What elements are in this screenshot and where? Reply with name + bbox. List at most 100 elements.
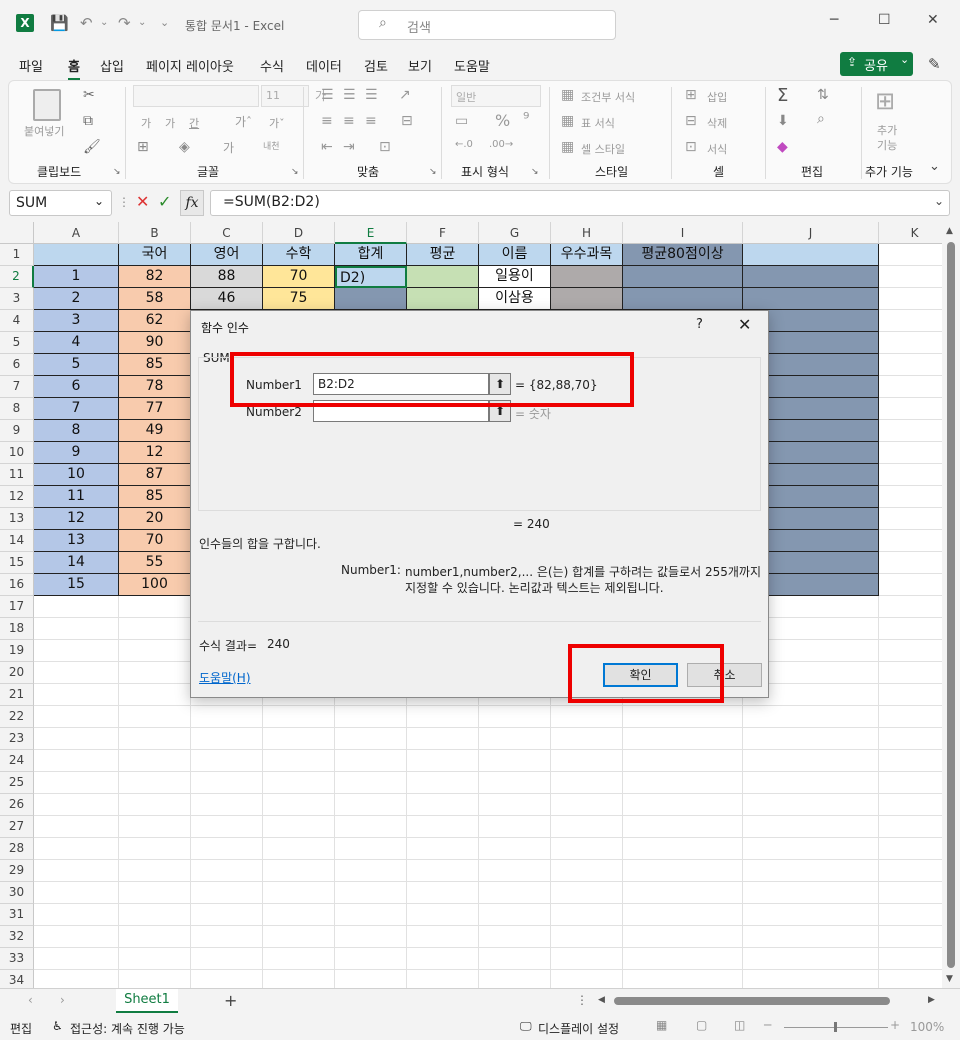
cell-b29[interactable] bbox=[119, 860, 191, 882]
cell-h23[interactable] bbox=[551, 728, 623, 750]
comma-icon[interactable]: ⁹ bbox=[523, 109, 529, 128]
cell-c34[interactable] bbox=[191, 970, 263, 988]
conditional-format-icon[interactable]: ▦ bbox=[561, 87, 574, 103]
row-header-14[interactable]: 14 bbox=[0, 530, 34, 552]
cell-c22[interactable] bbox=[191, 706, 263, 728]
cell-a7[interactable]: 6 bbox=[34, 376, 119, 398]
cell-k23[interactable] bbox=[879, 728, 951, 750]
row-header-10[interactable]: 10 bbox=[0, 442, 34, 464]
cell-k25[interactable] bbox=[879, 772, 951, 794]
cell-k10[interactable] bbox=[879, 442, 951, 464]
column-header-f[interactable]: F bbox=[407, 222, 479, 244]
name-box-dropdown-icon[interactable]: ⌄ bbox=[94, 194, 104, 208]
row-header-27[interactable]: 27 bbox=[0, 816, 34, 838]
tab-view[interactable]: 보기 bbox=[408, 56, 432, 75]
cell-f29[interactable] bbox=[407, 860, 479, 882]
cell-d32[interactable] bbox=[263, 926, 335, 948]
cell-j3[interactable] bbox=[743, 288, 879, 310]
cell-g34[interactable] bbox=[479, 970, 551, 988]
cell-j28[interactable] bbox=[743, 838, 879, 860]
find-select-icon[interactable]: ⌕ bbox=[817, 111, 825, 127]
row-header-19[interactable]: 19 bbox=[0, 640, 34, 662]
row-header-23[interactable]: 23 bbox=[0, 728, 34, 750]
row-header-9[interactable]: 9 bbox=[0, 420, 34, 442]
number-launcher-icon[interactable]: ↘ bbox=[531, 167, 539, 177]
cell-j29[interactable] bbox=[743, 860, 879, 882]
cell-a15[interactable]: 14 bbox=[34, 552, 119, 574]
cell-h2[interactable] bbox=[551, 266, 623, 288]
cell-a21[interactable] bbox=[34, 684, 119, 706]
cell-k15[interactable] bbox=[879, 552, 951, 574]
confirm-entry-icon[interactable]: ✓ bbox=[158, 192, 171, 211]
align-top-icon[interactable]: ☰ bbox=[321, 87, 334, 103]
search-box[interactable]: ⌕ 검색 bbox=[358, 10, 616, 40]
cell-j23[interactable] bbox=[743, 728, 879, 750]
insert-cells-icon[interactable]: ⊞ bbox=[685, 87, 697, 103]
cell-b13[interactable]: 20 bbox=[119, 508, 191, 530]
cell-h24[interactable] bbox=[551, 750, 623, 772]
cell-b2[interactable]: 82 bbox=[119, 266, 191, 288]
cell-b3[interactable]: 58 bbox=[119, 288, 191, 310]
font-size-up-icon[interactable]: 가ˆ bbox=[235, 113, 252, 130]
cell-a8[interactable]: 7 bbox=[34, 398, 119, 420]
cell-e33[interactable] bbox=[335, 948, 407, 970]
cell-h29[interactable] bbox=[551, 860, 623, 882]
cell-k22[interactable] bbox=[879, 706, 951, 728]
cell-d3[interactable]: 75 bbox=[263, 288, 335, 310]
cell-a20[interactable] bbox=[34, 662, 119, 684]
row-header-6[interactable]: 6 bbox=[0, 354, 34, 376]
cell-f26[interactable] bbox=[407, 794, 479, 816]
cancel-entry-icon[interactable]: ✕ bbox=[136, 192, 149, 211]
row-header-1[interactable]: 1 bbox=[0, 244, 34, 266]
increase-decimal-icon[interactable]: ←.0 bbox=[455, 139, 473, 150]
cell-i25[interactable] bbox=[623, 772, 743, 794]
decrease-indent-icon[interactable]: ⇤ bbox=[321, 139, 333, 155]
cell-style-label[interactable]: 셀 스타일 bbox=[581, 141, 625, 157]
formula-bar-more-icon[interactable]: ⋮ bbox=[118, 195, 130, 209]
cell-a18[interactable] bbox=[34, 618, 119, 640]
cell-d23[interactable] bbox=[263, 728, 335, 750]
select-all-corner[interactable] bbox=[0, 222, 34, 244]
display-settings-icon[interactable]: 🖵 bbox=[520, 1019, 532, 1034]
cell-i1[interactable]: 평균80점이상 bbox=[623, 244, 743, 266]
insert-cells-label[interactable]: 삽입 bbox=[707, 89, 727, 105]
cell-k11[interactable] bbox=[879, 464, 951, 486]
increase-indent-icon[interactable]: ⇥ bbox=[343, 139, 355, 155]
cell-d26[interactable] bbox=[263, 794, 335, 816]
cell-b26[interactable] bbox=[119, 794, 191, 816]
cell-a3[interactable]: 2 bbox=[34, 288, 119, 310]
cell-c30[interactable] bbox=[191, 882, 263, 904]
cell-k17[interactable] bbox=[879, 596, 951, 618]
cell-d25[interactable] bbox=[263, 772, 335, 794]
cell-h34[interactable] bbox=[551, 970, 623, 988]
cell-e22[interactable] bbox=[335, 706, 407, 728]
cell-f27[interactable] bbox=[407, 816, 479, 838]
align-right-icon[interactable]: ≡ bbox=[365, 113, 377, 129]
cell-i27[interactable] bbox=[623, 816, 743, 838]
cell-k32[interactable] bbox=[879, 926, 951, 948]
close-window-icon[interactable]: ✕ bbox=[927, 12, 939, 28]
cell-k8[interactable] bbox=[879, 398, 951, 420]
cell-k18[interactable] bbox=[879, 618, 951, 640]
cell-a11[interactable]: 10 bbox=[34, 464, 119, 486]
decrease-decimal-icon[interactable]: .00→ bbox=[489, 139, 513, 150]
cut-icon[interactable]: ✂ bbox=[83, 87, 95, 103]
row-header-3[interactable]: 3 bbox=[0, 288, 34, 310]
cell-a26[interactable] bbox=[34, 794, 119, 816]
cell-g25[interactable] bbox=[479, 772, 551, 794]
row-header-4[interactable]: 4 bbox=[0, 310, 34, 332]
cell-a34[interactable] bbox=[34, 970, 119, 988]
cell-i34[interactable] bbox=[623, 970, 743, 988]
zoom-in-icon[interactable]: + bbox=[890, 1018, 900, 1032]
cell-j22[interactable] bbox=[743, 706, 879, 728]
cell-f3[interactable] bbox=[407, 288, 479, 310]
sheet-bar-more-icon[interactable]: ⋮ bbox=[576, 993, 588, 1007]
cell-e1[interactable]: 합계 bbox=[335, 244, 407, 266]
cell-e25[interactable] bbox=[335, 772, 407, 794]
accounting-icon[interactable]: ▭ bbox=[455, 113, 468, 129]
cell-b31[interactable] bbox=[119, 904, 191, 926]
scroll-down-icon[interactable]: ▼ bbox=[946, 974, 953, 984]
cell-a2[interactable]: 1 bbox=[34, 266, 119, 288]
cell-g30[interactable] bbox=[479, 882, 551, 904]
fill-color-icon[interactable]: ◈ bbox=[179, 139, 190, 155]
